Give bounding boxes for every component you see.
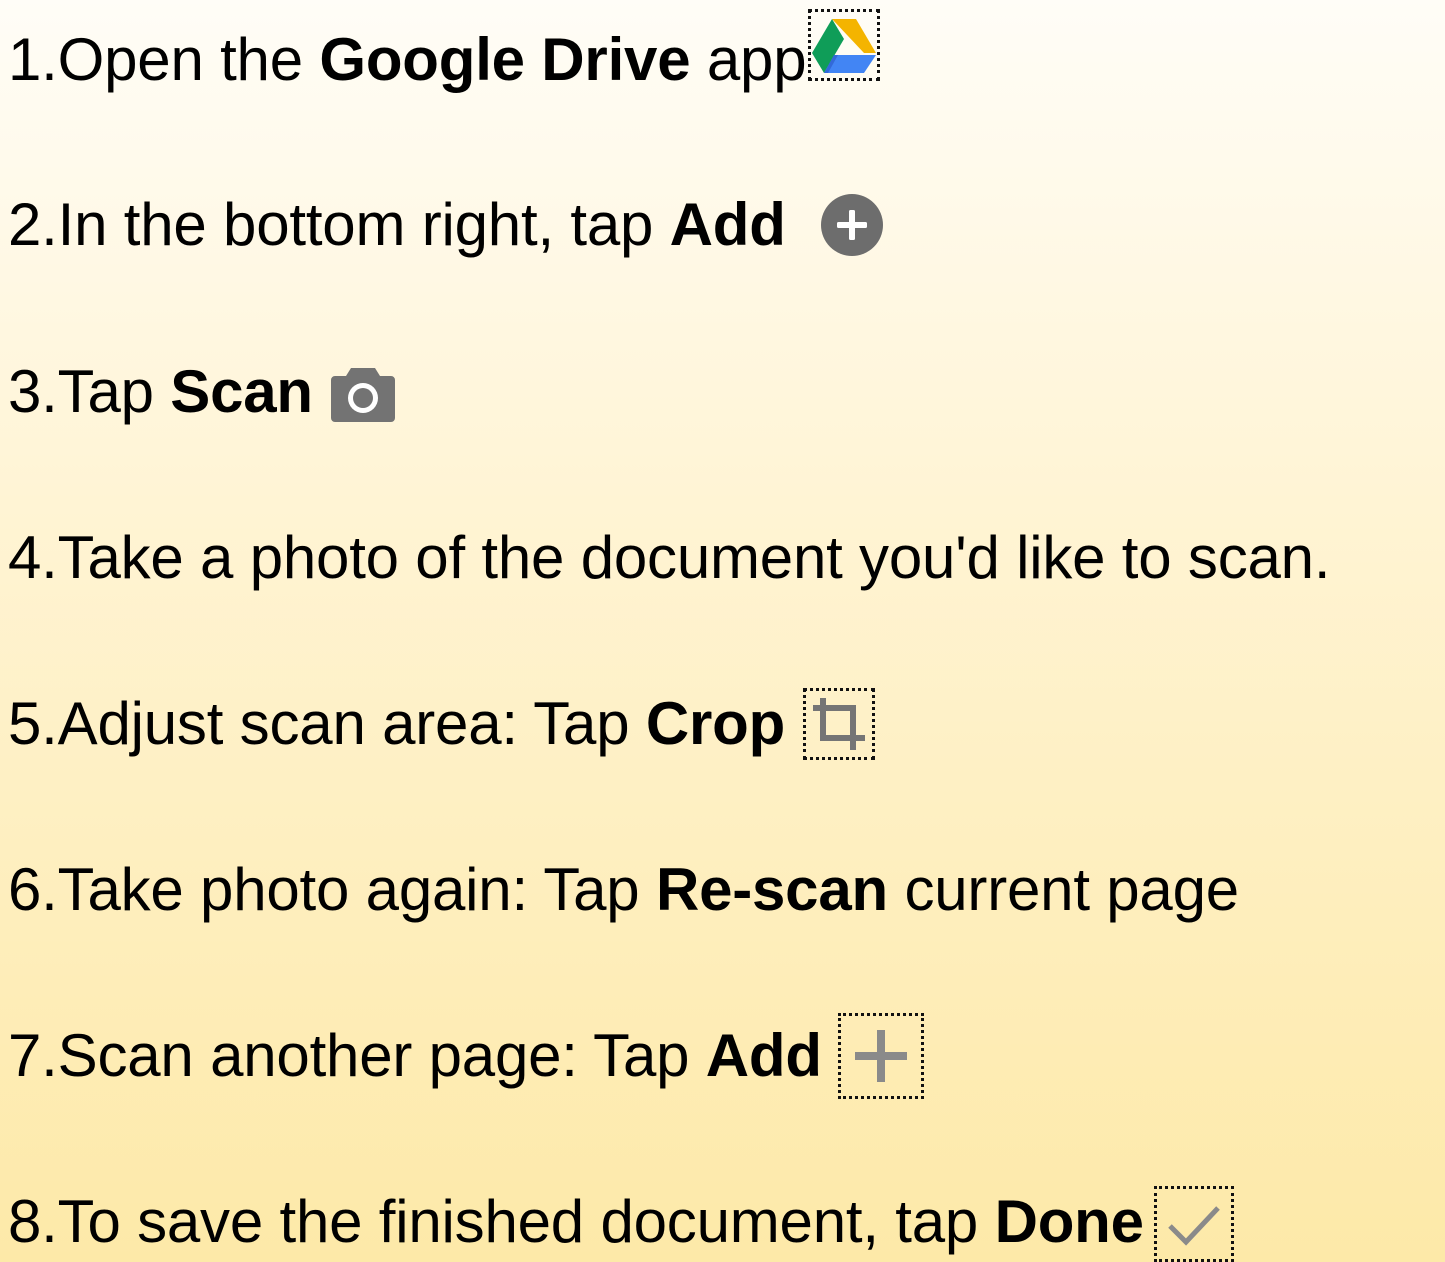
step-bold-text: Re-scan (655, 856, 888, 923)
step-bold-text: Scan (170, 358, 313, 425)
step-text: To save the finished document, tap (57, 1188, 995, 1255)
step-text-after: app (690, 26, 807, 93)
step-number: 7. (8, 1022, 58, 1089)
step-bold-text: Add (669, 191, 786, 258)
step-7: 7. Scan another page: Tap Add (8, 1013, 924, 1099)
step-3: 3. Tap Scan (8, 352, 395, 432)
step-text: Scan another page: Tap (57, 1022, 706, 1089)
instruction-list: 1. Open the Google Drive app 2. In the bot… (0, 0, 1445, 1262)
step-text: Open the (57, 26, 320, 93)
checkmark-icon (1153, 1186, 1234, 1262)
plus-icon (837, 1013, 924, 1099)
step-2: 2. In the bottom right, tap Add (8, 185, 884, 265)
step-6: 6. Take photo again: Tap Re-scan current … (8, 850, 1239, 930)
step-number: 3. (8, 358, 58, 425)
step-text: Take photo again: Tap (57, 856, 656, 923)
step-text-after: current page (887, 856, 1239, 923)
step-bold-text: Google Drive (319, 26, 691, 93)
step-number: 5. (8, 690, 58, 757)
crop-icon (803, 688, 876, 760)
step-number: 2. (8, 191, 58, 258)
step-text: In the bottom right, tap (57, 191, 670, 258)
step-text: Tap (57, 358, 171, 425)
add-circle-icon (820, 193, 884, 257)
step-bold-text: Add (705, 1022, 822, 1089)
step-number: 6. (8, 856, 58, 923)
step-8: 8. To save the finished document, tap Don… (8, 1182, 1234, 1262)
step-5: 5. Adjust scan area: Tap Crop (8, 684, 876, 764)
step-1: 1. Open the Google Drive app (8, 9, 881, 100)
step-number: 8. (8, 1188, 58, 1255)
google-drive-icon (808, 9, 881, 81)
step-bold-text: Done (994, 1188, 1144, 1255)
step-4: 4. Take a photo of the document you'd lik… (8, 518, 1331, 598)
step-text: Take a photo of the document you'd like … (57, 524, 1331, 591)
step-number: 4. (8, 524, 58, 591)
step-text: Adjust scan area: Tap (57, 690, 646, 757)
step-number: 1. (8, 26, 58, 93)
camera-icon (330, 362, 395, 422)
step-bold-text: Crop (645, 690, 786, 757)
